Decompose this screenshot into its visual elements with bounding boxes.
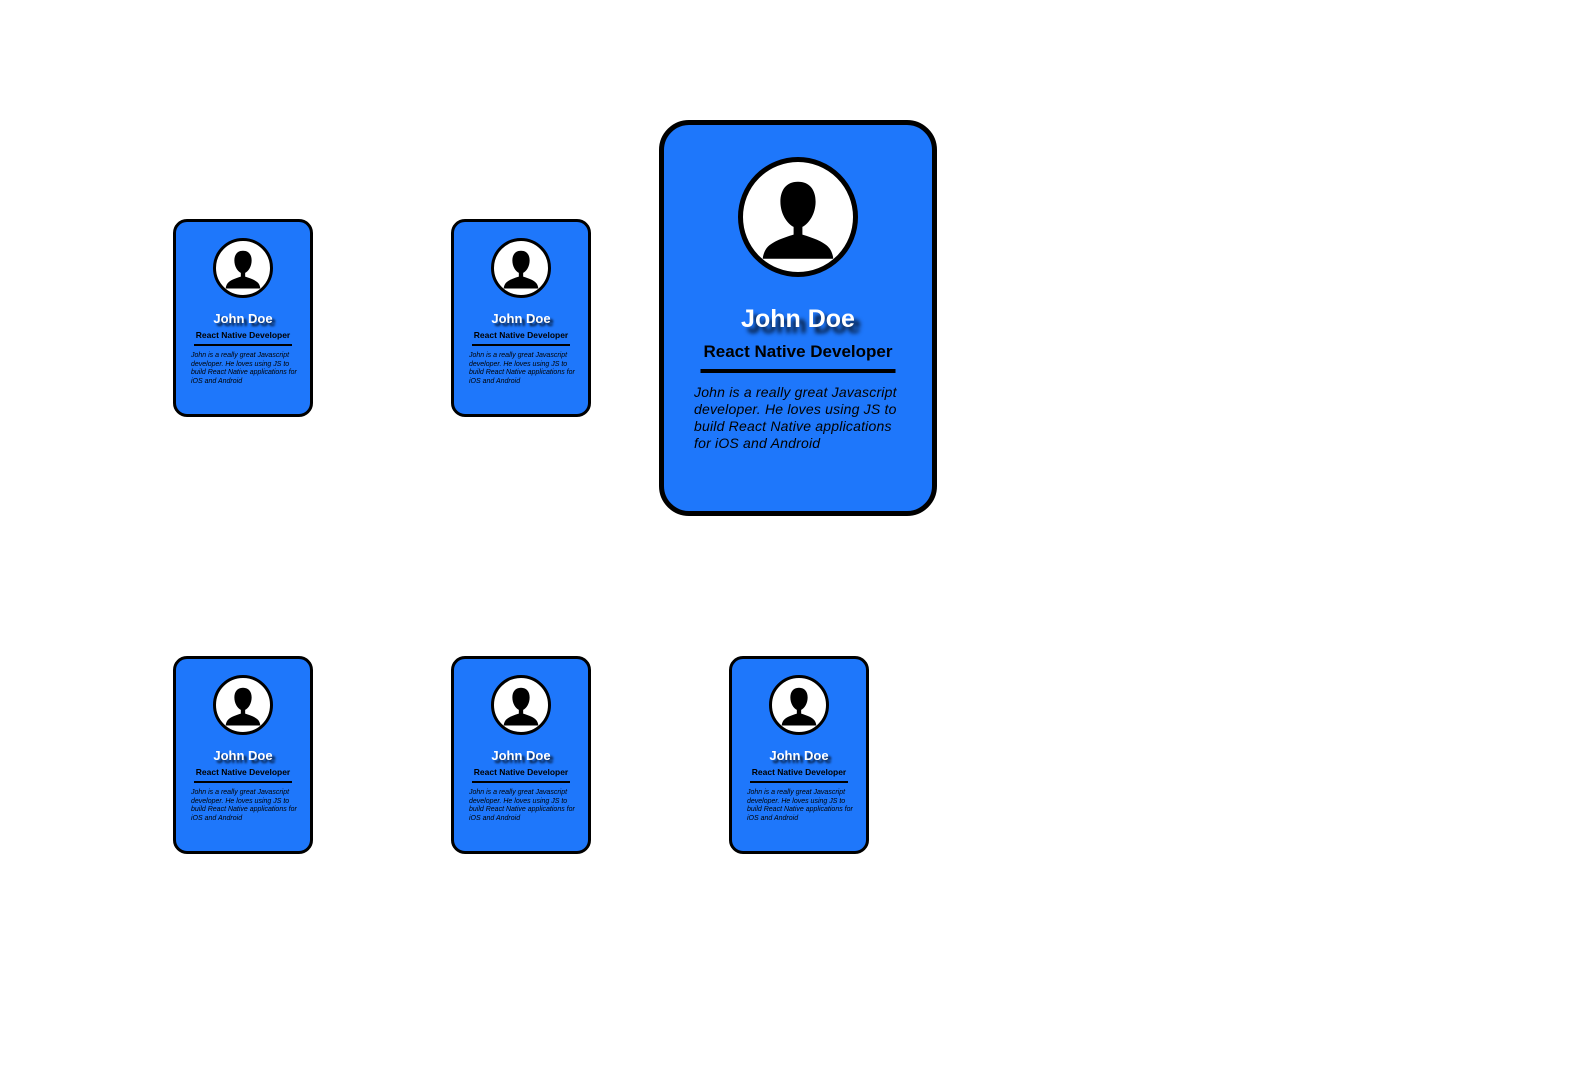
profile-bio: John is a really great Javascript develo…	[469, 789, 575, 822]
profile-bio: John is a really great Javascript develo…	[191, 352, 297, 385]
profile-card-2[interactable]: John Doe React Native Developer John is …	[451, 219, 591, 417]
profile-card-1[interactable]: John Doe React Native Developer John is …	[173, 219, 313, 417]
avatar	[213, 238, 273, 298]
profile-role: React Native Developer	[751, 767, 847, 777]
avatar	[738, 157, 858, 277]
profile-name: John Doe	[491, 311, 551, 326]
profile-card-6[interactable]: John Doe React Native Developer John is …	[729, 656, 869, 854]
divider	[472, 344, 570, 346]
profile-role: React Native Developer	[703, 342, 893, 361]
divider	[750, 781, 848, 783]
profile-name: John Doe	[213, 748, 273, 763]
user-silhouette-icon	[503, 687, 539, 726]
profile-name: John Doe	[741, 305, 855, 333]
avatar	[491, 238, 551, 298]
user-silhouette-icon	[503, 250, 539, 289]
divider	[194, 781, 292, 783]
profile-bio: John is a really great Javascript develo…	[747, 789, 853, 822]
user-silhouette-icon	[762, 181, 834, 259]
user-silhouette-icon	[781, 687, 817, 726]
profile-name: John Doe	[213, 311, 273, 326]
avatar	[491, 675, 551, 735]
profile-bio: John is a really great Javascript develo…	[694, 384, 897, 451]
user-silhouette-icon	[225, 687, 261, 726]
user-silhouette-icon	[225, 250, 261, 289]
divider	[194, 344, 292, 346]
divider	[700, 369, 896, 373]
profile-name: John Doe	[491, 748, 551, 763]
avatar	[213, 675, 273, 735]
profile-name: John Doe	[769, 748, 829, 763]
profile-card-featured[interactable]: John Doe React Native Developer John is …	[659, 120, 937, 516]
divider	[472, 781, 570, 783]
profile-role: React Native Developer	[195, 767, 291, 777]
profile-role: React Native Developer	[473, 330, 569, 340]
profile-card-4[interactable]: John Doe React Native Developer John is …	[173, 656, 313, 854]
profile-card-5[interactable]: John Doe React Native Developer John is …	[451, 656, 591, 854]
profile-role: React Native Developer	[195, 330, 291, 340]
profile-bio: John is a really great Javascript develo…	[469, 352, 575, 385]
avatar	[769, 675, 829, 735]
profile-role: React Native Developer	[473, 767, 569, 777]
profile-bio: John is a really great Javascript develo…	[191, 789, 297, 822]
